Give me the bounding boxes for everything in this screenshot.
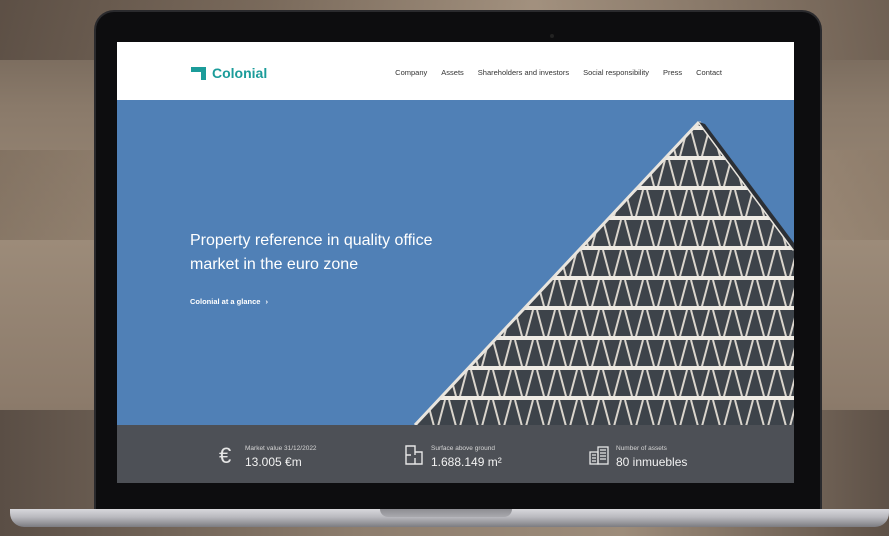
stat-surface: Surface above ground 1.688.149 m² [403, 444, 502, 469]
stat-label: Market value 31/12/2022 [245, 445, 317, 452]
browser-screen: Colonial Company Assets Shareholders and… [117, 42, 794, 483]
brand-name: Colonial [212, 64, 268, 81]
laptop-notch [380, 509, 512, 517]
menu-item-contact[interactable]: Contact [696, 68, 722, 77]
hero-banner: Property reference in quality office mar… [117, 100, 794, 425]
buildings-icon [589, 446, 609, 465]
colonial-logo[interactable]: Colonial [190, 64, 267, 81]
stat-market-value: € Market value 31/12/2022 13.005 €m [217, 444, 317, 469]
stat-value: 13.005 €m [245, 455, 302, 469]
hero-title: Property reference in quality office mar… [190, 232, 433, 273]
menu-item-social-responsibility[interactable]: Social responsibility [583, 68, 649, 77]
camera-icon [550, 34, 554, 38]
stat-label: Surface above ground [431, 445, 495, 452]
menu-item-press[interactable]: Press [663, 68, 682, 77]
stat-assets: Number of assets 80 inmuebles [588, 444, 687, 469]
stat-label: Number of assets [616, 445, 667, 452]
stat-value: 1.688.149 m² [431, 455, 502, 469]
chevron-right-icon: › [265, 297, 268, 306]
stats-bar: € Market value 31/12/2022 13.005 €m Surf… [117, 425, 794, 483]
menu-item-assets[interactable]: Assets [441, 68, 464, 77]
euro-icon: € [219, 444, 231, 466]
colonial-logo-icon [191, 67, 206, 80]
stat-value: 80 inmuebles [616, 455, 688, 469]
colonial-at-a-glance-link[interactable]: Colonial at a glance › [190, 297, 268, 306]
menu-item-shareholders[interactable]: Shareholders and investors [478, 68, 569, 77]
svg-text:€: € [219, 444, 231, 466]
menu-item-company[interactable]: Company [395, 68, 427, 77]
main-menu: Company Assets Shareholders and investor… [395, 68, 722, 77]
floor-plan-icon [405, 445, 423, 465]
top-navigation: Colonial Company Assets Shareholders and… [117, 42, 794, 100]
hero-link-label: Colonial at a glance [190, 297, 261, 306]
